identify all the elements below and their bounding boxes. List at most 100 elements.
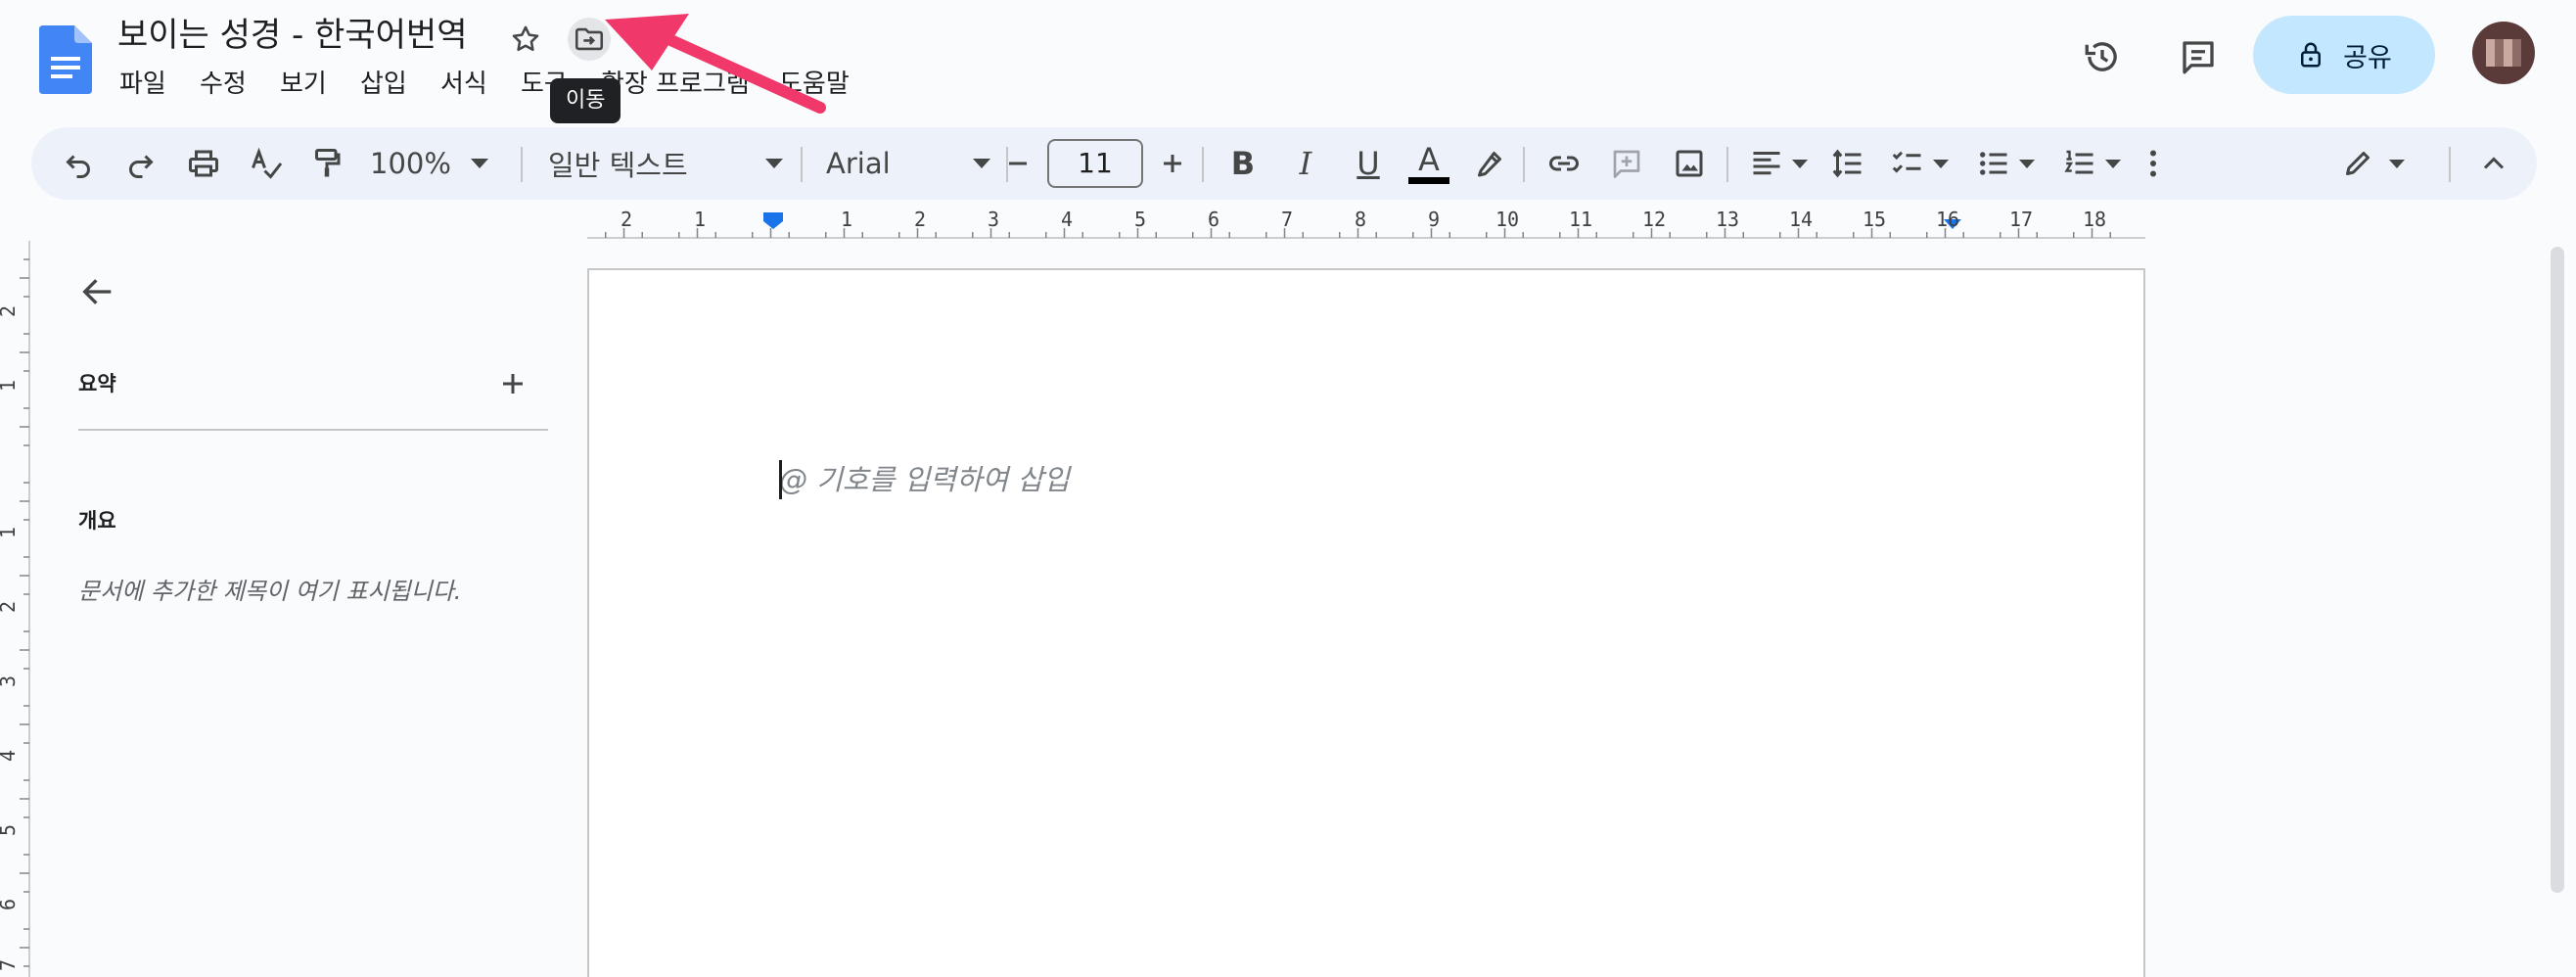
chevron-down-icon bbox=[1792, 159, 1808, 168]
align-select[interactable] bbox=[1742, 138, 1815, 189]
annotation-arrow-icon bbox=[605, 14, 826, 114]
text-cursor bbox=[779, 460, 782, 499]
pencil-icon bbox=[2346, 152, 2369, 175]
checklist-select[interactable] bbox=[1883, 138, 1955, 189]
menu-format[interactable]: 서식 bbox=[425, 63, 503, 106]
undo-icon[interactable] bbox=[53, 138, 104, 189]
align-left-icon bbox=[1753, 152, 1780, 175]
print-icon[interactable] bbox=[178, 138, 229, 189]
toolbar-divider bbox=[2449, 147, 2451, 182]
sidebar-divider bbox=[78, 429, 548, 431]
line-spacing-icon[interactable] bbox=[1822, 138, 1873, 189]
menu-view[interactable]: 보기 bbox=[264, 63, 343, 106]
menu-insert[interactable]: 삽입 bbox=[345, 63, 423, 106]
insert-image-icon[interactable] bbox=[1664, 138, 1715, 189]
chevron-down-icon bbox=[973, 159, 990, 168]
comments-icon[interactable] bbox=[2171, 29, 2226, 84]
zoom-value: 100% bbox=[370, 147, 451, 180]
ruler-label: 2 bbox=[0, 601, 20, 613]
numbered-list-icon bbox=[2064, 150, 2093, 174]
document-placeholder: @ 기호를 입력하여 삽입 bbox=[779, 463, 1070, 496]
ruler-label: 2 bbox=[914, 208, 927, 231]
text-color-icon[interactable]: A bbox=[1405, 138, 1452, 189]
toolbar-divider bbox=[1523, 147, 1525, 182]
ruler-label: 18 bbox=[2083, 208, 2107, 231]
ruler-label: 15 bbox=[1863, 208, 1887, 231]
chevron-down-icon bbox=[470, 159, 488, 168]
toolbar-divider bbox=[801, 147, 803, 182]
spellcheck-icon[interactable] bbox=[241, 138, 292, 189]
ruler-label: 5 bbox=[0, 824, 20, 836]
more-options-icon[interactable] bbox=[2136, 138, 2171, 189]
toolbar-divider bbox=[521, 147, 523, 182]
ruler-label: 4 bbox=[0, 750, 20, 762]
ruler-label: 3 bbox=[0, 675, 20, 687]
vertical-ruler[interactable]: 2 1 1 2 3 4 5 6 7 bbox=[0, 241, 31, 977]
chevron-down-icon bbox=[2019, 159, 2035, 168]
google-docs-logo[interactable] bbox=[39, 25, 92, 94]
font-size-input[interactable]: 11 bbox=[1047, 139, 1143, 188]
italic-icon[interactable]: I bbox=[1282, 138, 1329, 189]
add-summary-icon[interactable] bbox=[491, 362, 534, 405]
share-button[interactable]: 공유 bbox=[2253, 16, 2435, 94]
chevron-down-icon bbox=[2389, 159, 2405, 168]
ruler-label: 8 bbox=[1355, 208, 1367, 231]
ruler-label: 13 bbox=[1716, 208, 1740, 231]
document-title[interactable]: 보이는 성경 - 한국어번역 bbox=[117, 14, 468, 57]
lock-icon bbox=[2301, 42, 2322, 68]
ruler-label: 1 bbox=[841, 208, 853, 231]
ruler-label: 7 bbox=[1281, 208, 1294, 231]
numbered-list-select[interactable] bbox=[2055, 138, 2128, 189]
bulleted-list-icon bbox=[1980, 152, 2007, 175]
chevron-down-icon bbox=[765, 159, 783, 168]
redo-icon[interactable] bbox=[115, 138, 166, 189]
font-value: Arial bbox=[826, 147, 891, 180]
formatting-toolbar: 100% 일반 텍스트 Arial 11 B I U A bbox=[31, 127, 2537, 200]
insert-link-icon[interactable] bbox=[1539, 138, 1589, 189]
paint-format-icon[interactable] bbox=[301, 138, 352, 189]
menu-file[interactable]: 파일 bbox=[104, 63, 182, 106]
font-select[interactable]: Arial bbox=[826, 138, 990, 189]
ruler-label: 11 bbox=[1569, 208, 1593, 231]
account-avatar[interactable] bbox=[2472, 22, 2535, 84]
ruler-label: 1 bbox=[0, 380, 20, 392]
ruler-label: 1 bbox=[694, 208, 707, 231]
horizontal-ruler[interactable]: 2 1 1 2 3 4 5 6 7 8 9 10 11 12 13 14 15 … bbox=[0, 206, 2576, 241]
bold-icon[interactable]: B bbox=[1219, 138, 1266, 189]
chevron-down-icon bbox=[1933, 159, 1949, 168]
ruler-label: 4 bbox=[1061, 208, 1074, 231]
ruler-label: 12 bbox=[1642, 208, 1667, 231]
outline-heading: 개요 bbox=[78, 509, 116, 533]
bulleted-list-select[interactable] bbox=[1969, 138, 2042, 189]
decrease-font-size-icon[interactable] bbox=[996, 138, 1039, 189]
share-label: 공유 bbox=[2343, 42, 2392, 73]
star-icon[interactable] bbox=[504, 18, 547, 61]
paragraph-style-value: 일반 텍스트 bbox=[548, 149, 688, 182]
close-outline-arrow-icon[interactable] bbox=[72, 266, 123, 317]
version-history-icon[interactable] bbox=[2075, 29, 2130, 84]
editing-mode-select[interactable] bbox=[2333, 138, 2412, 189]
ruler-label: 17 bbox=[2009, 208, 2034, 231]
highlight-color-icon[interactable] bbox=[1466, 138, 1513, 189]
zoom-select[interactable]: 100% bbox=[370, 138, 503, 189]
ruler-label: 10 bbox=[1495, 208, 1520, 231]
move-tooltip: 이동 bbox=[550, 78, 621, 123]
ruler-label: 7 bbox=[0, 959, 20, 971]
ruler-label: 9 bbox=[1428, 208, 1441, 231]
document-page[interactable]: @ 기호를 입력하여 삽입 bbox=[587, 268, 2145, 977]
underline-icon[interactable]: U bbox=[1345, 138, 1392, 189]
toolbar-divider bbox=[1726, 147, 1728, 182]
ruler-label: 6 bbox=[0, 899, 20, 910]
checklist-icon bbox=[1892, 151, 1921, 173]
hide-menus-icon[interactable] bbox=[2468, 138, 2519, 189]
add-comment-icon[interactable] bbox=[1601, 138, 1652, 189]
vertical-scrollbar[interactable] bbox=[2551, 247, 2564, 893]
ruler-label: 6 bbox=[1208, 208, 1220, 231]
outline-hint: 문서에 추가한 제목이 여기 표시됩니다. bbox=[78, 578, 462, 605]
increase-font-size-icon[interactable] bbox=[1151, 138, 1194, 189]
ruler-label: 5 bbox=[1134, 208, 1147, 231]
summary-heading: 요약 bbox=[78, 372, 116, 395]
paragraph-style-select[interactable]: 일반 텍스트 bbox=[548, 138, 783, 189]
ruler-label: 2 bbox=[621, 208, 633, 231]
menu-edit[interactable]: 수정 bbox=[184, 63, 262, 106]
